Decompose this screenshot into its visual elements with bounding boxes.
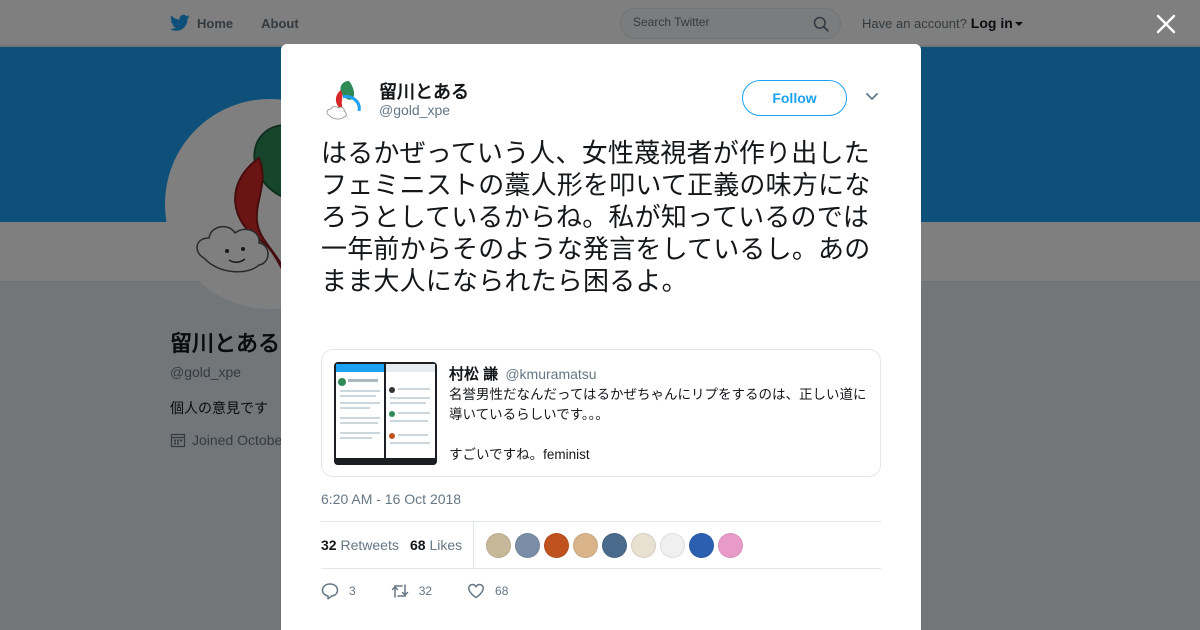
liker-avatar[interactable] [573, 533, 598, 558]
screenshot-thumbnail-icon [334, 362, 437, 465]
liker-avatars [486, 533, 747, 558]
author-avatar[interactable] [321, 77, 369, 125]
liker-avatar[interactable] [486, 533, 511, 558]
liker-avatar[interactable] [718, 533, 743, 558]
tweet-text: はるかぜっていう人、女性蔑視者が作り出したフェミニストの藁人形を叩いて正義の味方… [321, 139, 871, 297]
tweet-actions: 3 32 68 [321, 582, 508, 600]
retweets-stat[interactable]: 32 Retweets [321, 537, 399, 553]
author-name[interactable]: 留川とある [379, 78, 469, 104]
retweet-icon [391, 584, 408, 598]
reply-icon [321, 583, 339, 600]
stats-divider [473, 522, 474, 568]
follow-button[interactable]: Follow [742, 80, 847, 116]
quoted-author-handle: @kmuramatsu [505, 366, 597, 382]
tweet-modal: 留川とある @gold_xpe Follow はるかぜっていう人、女性蔑視者が作… [281, 44, 921, 630]
chevron-down-icon[interactable] [865, 92, 879, 102]
liker-avatar[interactable] [689, 533, 714, 558]
close-icon[interactable] [1155, 13, 1177, 35]
author-handle[interactable]: @gold_xpe [379, 102, 450, 118]
like-count: 68 [495, 584, 509, 598]
retweets-count: 32 [321, 537, 337, 553]
quoted-tweet-text: 名誉男性だなんだってはるかぜちゃんにリプをするのは、正しい道に導いているらしいで… [449, 387, 867, 462]
liker-avatar[interactable] [602, 533, 627, 558]
tweet-stats: 32 Retweets 68 Likes [321, 521, 881, 569]
quoted-tweet-header: 村松 謙 @kmuramatsu [449, 363, 597, 384]
likes-stat[interactable]: 68 Likes [410, 537, 462, 553]
likes-label: Likes [429, 537, 463, 553]
reply-button[interactable]: 3 [321, 582, 356, 600]
retweet-count: 32 [418, 584, 433, 598]
author-avatar-drawing-icon [321, 77, 369, 125]
liker-avatar[interactable] [515, 533, 540, 558]
liker-avatar[interactable] [631, 533, 656, 558]
liker-avatar[interactable] [544, 533, 569, 558]
retweets-label: Retweets [340, 537, 399, 553]
quoted-author-name: 村松 謙 [449, 366, 499, 383]
reply-count: 3 [349, 584, 356, 598]
liker-avatar[interactable] [660, 533, 685, 558]
tweet-timestamp[interactable]: 6:20 AM - 16 Oct 2018 [321, 491, 461, 507]
quoted-tweet-thumbnail [334, 362, 437, 465]
retweet-button[interactable]: 32 [391, 582, 432, 600]
heart-icon [468, 583, 484, 599]
like-button[interactable]: 68 [467, 582, 508, 600]
quoted-tweet[interactable]: 村松 謙 @kmuramatsu 名誉男性だなんだってはるかぜちゃんにリプをする… [321, 349, 881, 477]
likes-count: 68 [410, 537, 426, 553]
